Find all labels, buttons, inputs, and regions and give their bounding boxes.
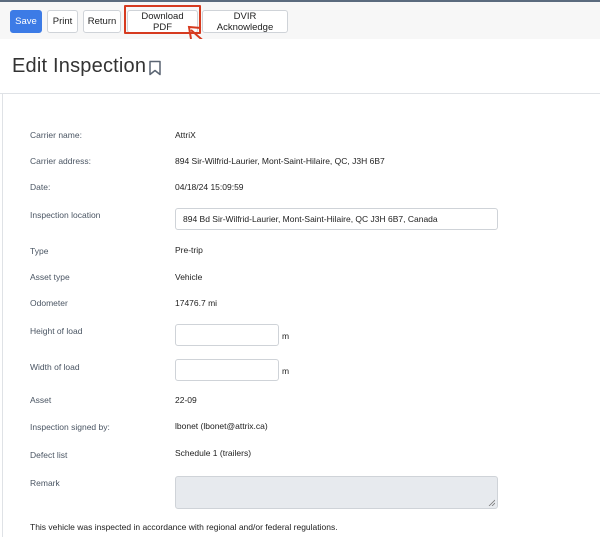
asset-type-label: Asset type — [30, 272, 70, 282]
carrier-name-label: Carrier name: — [30, 130, 82, 140]
page-title: Edit Inspection — [12, 55, 147, 77]
carrier-address-label: Carrier address: — [30, 156, 91, 166]
asset-value: 22-09 — [175, 395, 197, 405]
download-pdf-highlight-box — [124, 5, 201, 34]
type-value: Pre-trip — [175, 245, 203, 255]
asset-type-value: Vehicle — [175, 272, 203, 282]
print-button[interactable]: Print — [47, 10, 78, 33]
inspection-signed-by-value: lbonet (lbonet@attrix.ca) — [175, 421, 268, 431]
return-button[interactable]: Return — [83, 10, 121, 33]
page-header: Edit Inspection — [0, 39, 600, 94]
inspection-location-label: Inspection location — [30, 210, 101, 220]
resize-handle-icon[interactable] — [488, 499, 495, 506]
carrier-address-value: 894 Sir-Wilfrid-Laurier, Mont-Saint-Hila… — [175, 156, 385, 166]
asset-label: Asset — [30, 395, 52, 405]
height-unit: m — [282, 331, 290, 341]
height-of-load-label: Height of load — [30, 326, 83, 336]
date-label: Date: — [30, 182, 51, 192]
regulation-notice: This vehicle was inspected in accordance… — [30, 522, 338, 532]
carrier-name-value: AttriX — [175, 130, 196, 140]
save-button[interactable]: Save — [10, 10, 42, 33]
width-of-load-label: Width of load — [30, 362, 80, 372]
dvir-acknowledge-button[interactable]: DVIR Acknowledge — [202, 10, 288, 33]
inspection-signed-by-label: Inspection signed by: — [30, 422, 110, 432]
height-of-load-input[interactable] — [175, 324, 279, 346]
width-of-load-input[interactable] — [175, 359, 279, 381]
inspection-location-input[interactable]: 894 Bd Sir-Wilfrid-Laurier, Mont-Saint-H… — [175, 208, 498, 230]
date-value: 04/18/24 15:09:59 — [175, 182, 244, 192]
remark-label: Remark — [30, 478, 60, 488]
odometer-label: Odometer — [30, 298, 68, 308]
remark-textarea[interactable] — [175, 476, 498, 509]
toolbar: Save Print Return Download PDF DVIR Ackn… — [0, 2, 600, 39]
bookmark-icon[interactable] — [148, 60, 162, 76]
odometer-value: 17476.7 mi — [175, 298, 218, 308]
width-unit: m — [282, 366, 290, 376]
defect-list-label: Defect list — [30, 450, 68, 460]
defect-list-value: Schedule 1 (trailers) — [175, 448, 252, 458]
inspection-form: Carrier name: AttriX Carrier address: 89… — [2, 94, 600, 537]
type-label: Type — [30, 246, 49, 256]
